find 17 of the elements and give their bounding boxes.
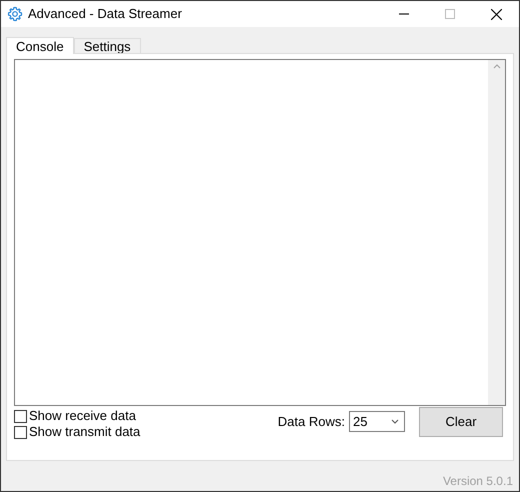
scroll-up-icon[interactable]: [492, 64, 500, 69]
gear-icon: [7, 6, 23, 22]
clear-button[interactable]: Clear: [419, 407, 503, 437]
tab[interactable]: Console: [6, 37, 74, 54]
data-rows-label: Data Rows:: [278, 412, 345, 431]
checkbox[interactable]: [14, 426, 27, 438]
scrollbar[interactable]: [488, 60, 505, 405]
window-title: Advanced - Data Streamer: [28, 5, 182, 24]
maximize-icon: [445, 9, 455, 19]
checkbox[interactable]: [14, 410, 27, 422]
data-rows-dropdown[interactable]: 25: [349, 411, 405, 432]
close-icon: [490, 8, 502, 20]
checkbox-label: Show transmit data: [29, 423, 140, 442]
version-label: Version 5.0.1: [442, 473, 513, 490]
checkbox-label: Show receive data: [29, 407, 136, 426]
chevron-icon: [391, 419, 399, 424]
tab[interactable]: Settings: [74, 38, 141, 53]
